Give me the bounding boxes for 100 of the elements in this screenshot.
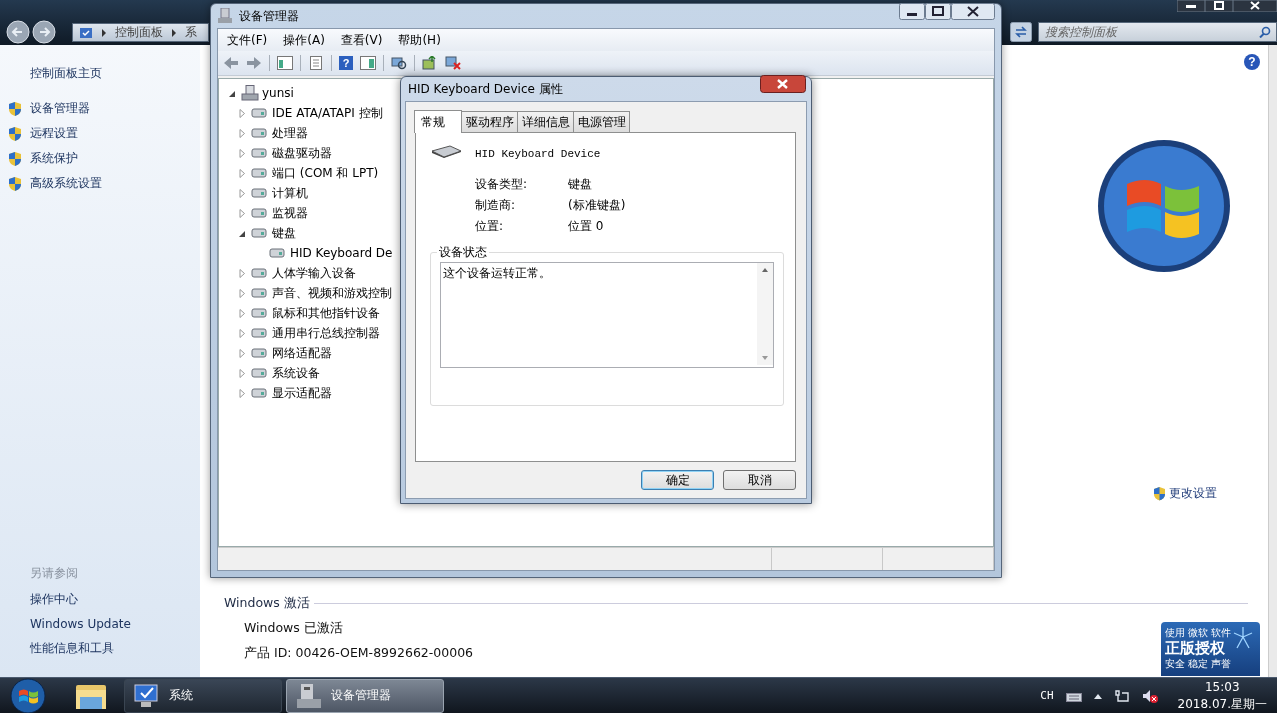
tree-item[interactable]: 磁盘驱动器 xyxy=(272,144,332,162)
sidebar-link[interactable]: 远程设置 xyxy=(30,125,78,142)
refresh-icon xyxy=(1010,22,1032,42)
device-icon xyxy=(251,206,269,220)
taskbar-button[interactable]: 系统 xyxy=(124,678,282,713)
computer-icon xyxy=(241,85,259,101)
language-indicator[interactable]: CH xyxy=(1040,689,1054,702)
chevron-icon xyxy=(101,28,107,37)
device-icon xyxy=(251,366,269,380)
action-pane-icon xyxy=(360,56,376,70)
control-panel-icon xyxy=(79,25,93,40)
device-icon xyxy=(251,146,269,160)
tree-item[interactable]: 人体学输入设备 xyxy=(272,264,356,282)
taskbar-button[interactable]: 设备管理器 xyxy=(286,678,444,713)
tree-item[interactable]: yunsi xyxy=(262,86,294,100)
monitor-icon xyxy=(133,682,161,709)
address-bar[interactable]: 控制面板 系 xyxy=(72,23,209,42)
device-icon xyxy=(251,286,269,300)
sidebar-link[interactable]: 操作中心 xyxy=(30,591,200,608)
status-text: 这个设备运转正常。 xyxy=(442,265,552,282)
device-icon xyxy=(251,166,269,180)
property-value: 位置 0 xyxy=(568,219,605,234)
shield-icon xyxy=(1153,486,1166,501)
sidebar-link[interactable]: 设备管理器 xyxy=(30,100,90,117)
property-label: 设备类型: xyxy=(475,177,529,192)
forward-icon xyxy=(32,20,56,44)
tree-item[interactable]: 显示适配器 xyxy=(272,384,332,402)
computer-icon xyxy=(295,682,323,709)
chevron-icon xyxy=(171,28,177,37)
menu-item[interactable]: 帮助(H) xyxy=(398,31,441,49)
menu-item[interactable]: 文件(F) xyxy=(227,31,268,49)
sidebar-link[interactable]: 性能信息和工具 xyxy=(30,640,200,657)
sidebar-link[interactable]: Windows Update xyxy=(30,617,200,631)
tree-item[interactable]: 端口 (COM 和 LPT) xyxy=(272,164,379,182)
shield-icon xyxy=(8,125,22,142)
tree-item[interactable]: 监视器 xyxy=(272,204,308,222)
device-icon xyxy=(251,106,269,120)
badge-text: 安全 稳定 声誉 xyxy=(1165,657,1232,671)
device-icon xyxy=(251,386,269,400)
muted-speaker-icon xyxy=(1141,688,1158,703)
network-icon xyxy=(1113,688,1130,703)
sidebar-link[interactable]: 高级系统设置 xyxy=(30,175,102,192)
keyboard-icon xyxy=(430,145,462,159)
device-icon xyxy=(251,326,269,340)
tree-item[interactable]: 计算机 xyxy=(272,184,308,202)
tree-item[interactable]: 鼠标和其他指针设备 xyxy=(272,304,380,322)
badge-text: 正版授权 xyxy=(1165,640,1225,657)
badge-text: 使用 微软 软件 xyxy=(1165,626,1232,640)
back-arrow-icon xyxy=(223,56,239,70)
device-icon xyxy=(251,266,269,280)
menu-item[interactable]: 操作(A) xyxy=(283,31,325,49)
status-text-box[interactable]: 这个设备运转正常。 xyxy=(440,262,774,368)
group-title: 设备状态 xyxy=(437,244,489,261)
device-icon xyxy=(269,246,287,260)
section-heading: Windows 激活 xyxy=(224,595,310,612)
console-tree-icon xyxy=(277,56,293,70)
tree-item[interactable]: 网络适配器 xyxy=(272,344,332,362)
dialog-button[interactable]: 取消 xyxy=(723,470,796,490)
tree-item[interactable]: 处理器 xyxy=(272,124,308,142)
tab[interactable]: 详细信息 xyxy=(517,111,574,132)
property-label: 制造商: xyxy=(475,198,517,213)
dialog-button[interactable]: 确定 xyxy=(641,470,714,490)
help-button[interactable]: ? xyxy=(339,56,353,70)
tab[interactable]: 电源管理 xyxy=(573,111,630,132)
tab[interactable]: 驱动程序 xyxy=(461,111,518,132)
tree-item[interactable]: 系统设备 xyxy=(272,364,320,382)
search-field[interactable]: 搜索控制面板 xyxy=(1038,22,1277,42)
breadcrumb-item[interactable]: 系 xyxy=(185,24,197,41)
sidebar-link[interactable]: 系统保护 xyxy=(30,150,78,167)
tree-item[interactable]: 通用串行总线控制器 xyxy=(272,324,380,342)
maximize-icon xyxy=(925,3,951,20)
change-settings-link[interactable]: 更改设置 xyxy=(1169,485,1217,502)
forward-arrow-icon xyxy=(246,56,262,70)
help-button[interactable]: ? xyxy=(1244,54,1260,70)
tab[interactable]: 常规 xyxy=(414,110,462,133)
device-icon xyxy=(251,126,269,140)
tree-item[interactable]: IDE ATA/ATAPI 控制 xyxy=(272,104,383,122)
computer-icon xyxy=(217,8,233,24)
tree-item[interactable]: HID Keyboard De xyxy=(290,246,393,260)
scrollbar[interactable] xyxy=(1268,45,1277,677)
device-icon xyxy=(251,226,269,240)
menu-item[interactable]: 查看(V) xyxy=(340,31,383,49)
section-heading: 另请参阅 xyxy=(30,565,79,582)
sidebar-link[interactable]: 控制面板主页 xyxy=(30,65,200,82)
up-arrow-icon xyxy=(1093,692,1102,699)
breadcrumb-item[interactable]: 控制面板 xyxy=(115,24,163,41)
start-orb-icon xyxy=(10,677,46,713)
shield-icon xyxy=(8,175,22,192)
close-icon xyxy=(1233,0,1277,12)
property-label: 位置: xyxy=(475,219,505,234)
property-value: 键盘 xyxy=(568,177,593,192)
device-icon xyxy=(251,186,269,200)
close-icon xyxy=(951,3,995,20)
minimize-icon xyxy=(899,3,925,20)
uninstall-icon xyxy=(445,56,461,70)
scan-hardware-icon xyxy=(391,56,407,70)
tree-item[interactable]: 声音、视频和游戏控制 xyxy=(272,284,392,302)
tree-item[interactable]: 键盘 xyxy=(272,224,296,242)
clock[interactable]: 15:03 2018.07.星期一 xyxy=(1177,678,1267,713)
device-icon xyxy=(251,306,269,320)
